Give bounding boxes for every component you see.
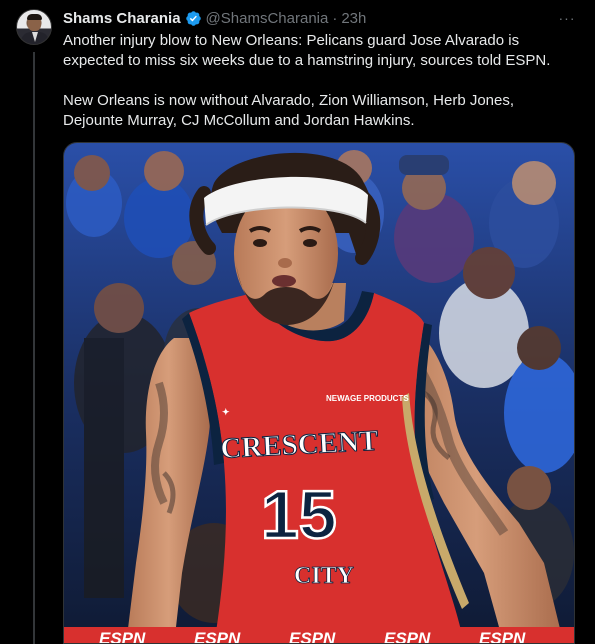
jordan-logo-icon: ✦ bbox=[222, 407, 230, 417]
tweet-paragraph: Another injury blow to New Orleans: Peli… bbox=[63, 32, 551, 69]
espn-banner-text: ESPN bbox=[289, 629, 336, 644]
espn-banner-text: ESPN bbox=[479, 629, 526, 644]
espn-banner-text: ESPN bbox=[384, 629, 431, 644]
separator-dot: · bbox=[332, 9, 338, 27]
avatar[interactable] bbox=[16, 9, 52, 45]
tweet-header: Shams Charania @ShamsCharania · 23h bbox=[63, 8, 366, 28]
tweet: Shams Charania @ShamsCharania · 23h ··· … bbox=[0, 0, 595, 644]
jersey-text-bottom: CITY bbox=[294, 563, 354, 589]
tweet-paragraph: New Orleans is now without Alvarado, Zio… bbox=[63, 92, 515, 129]
timestamp[interactable]: 23h bbox=[341, 10, 366, 27]
author-handle[interactable]: @ShamsCharania bbox=[206, 10, 329, 27]
jersey-sponsor: NEWAGE PRODUCTS bbox=[326, 394, 409, 403]
verified-badge-icon bbox=[185, 10, 201, 26]
thread-line bbox=[33, 52, 35, 644]
jersey-number: 15 bbox=[261, 477, 337, 553]
espn-banner-text: ESPN bbox=[99, 629, 146, 644]
author-name[interactable]: Shams Charania bbox=[63, 10, 181, 27]
more-options-icon[interactable]: ··· bbox=[556, 8, 578, 28]
player-photo: ✦ NEWAGE PRODUCTS CRESCENT 15 CITY ESPN … bbox=[64, 143, 574, 644]
tweet-text: Another injury blow to New Orleans: Peli… bbox=[63, 31, 578, 131]
tweet-photo[interactable]: ✦ NEWAGE PRODUCTS CRESCENT 15 CITY ESPN … bbox=[63, 142, 575, 644]
espn-banner-text: ESPN bbox=[194, 629, 241, 644]
